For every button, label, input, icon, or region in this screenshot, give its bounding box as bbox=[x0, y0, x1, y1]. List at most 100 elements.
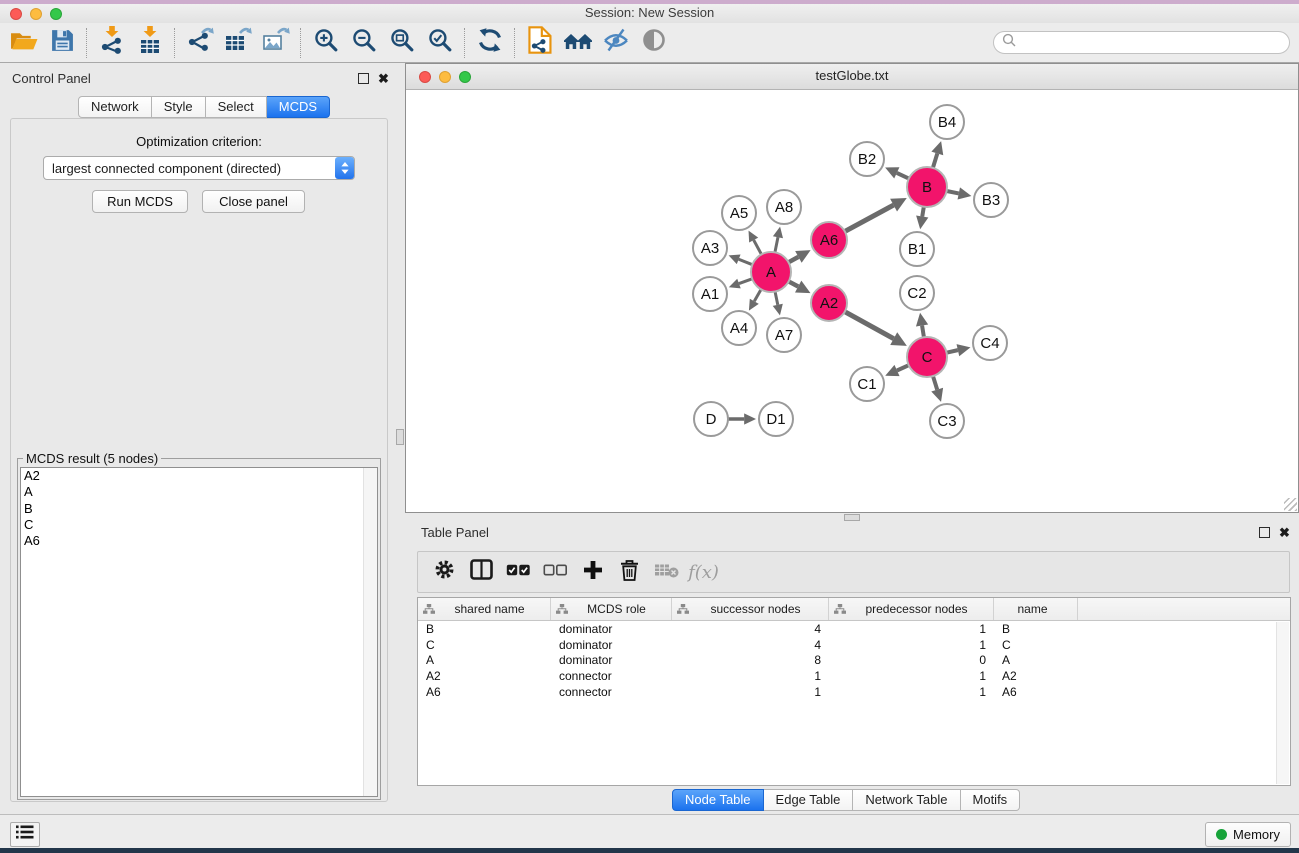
graph-node-D[interactable]: D bbox=[694, 402, 728, 436]
table-cell[interactable]: C bbox=[418, 638, 551, 652]
tab-select[interactable]: Select bbox=[206, 96, 267, 118]
graph-edge-C-C2[interactable] bbox=[922, 326, 924, 338]
float-table-panel-icon[interactable] bbox=[1259, 527, 1270, 538]
import-network-button[interactable] bbox=[93, 25, 131, 61]
mcds-result-item[interactable]: A6 bbox=[21, 533, 377, 549]
graph-edge-A-A1[interactable] bbox=[739, 279, 752, 284]
table-cell[interactable]: A2 bbox=[418, 669, 551, 683]
graph-edge-A-A2[interactable] bbox=[789, 281, 799, 286]
close-table-panel-icon[interactable]: ✖ bbox=[1279, 528, 1290, 538]
table-cell[interactable]: A2 bbox=[994, 669, 1078, 683]
graph-node-C2[interactable]: C2 bbox=[900, 276, 934, 310]
mcds-list-scrollbar[interactable] bbox=[363, 468, 377, 796]
graph-node-A1[interactable]: A1 bbox=[693, 277, 727, 311]
graph-edge-B-B2[interactable] bbox=[897, 173, 909, 179]
graph-node-B3[interactable]: B3 bbox=[974, 183, 1008, 217]
mcds-result-item[interactable]: A bbox=[21, 484, 377, 500]
table-cell[interactable]: 4 bbox=[672, 622, 829, 636]
export-network-button[interactable] bbox=[181, 25, 219, 61]
table-cell[interactable]: 8 bbox=[672, 653, 829, 667]
graph-edge-C-C1[interactable] bbox=[897, 365, 909, 370]
show-all-button[interactable] bbox=[635, 25, 673, 61]
graph-edge-B-B3[interactable] bbox=[947, 191, 959, 193]
mcds-result-item[interactable]: C bbox=[21, 517, 377, 533]
zoom-fit-button[interactable] bbox=[383, 25, 421, 61]
graph-edge-A2-C[interactable] bbox=[845, 312, 894, 339]
close-panel-button[interactable]: Close panel bbox=[202, 190, 305, 213]
graph-node-A4[interactable]: A4 bbox=[722, 311, 756, 345]
graph-edge-A-A4[interactable] bbox=[754, 289, 761, 301]
memory-button[interactable]: Memory bbox=[1205, 822, 1291, 847]
graph-edge-C-C4[interactable] bbox=[947, 350, 958, 353]
table-cell[interactable]: dominator bbox=[551, 653, 672, 667]
table-cell[interactable]: B bbox=[994, 622, 1078, 636]
graph-node-B2[interactable]: B2 bbox=[850, 142, 884, 176]
table-cell[interactable]: dominator bbox=[551, 638, 672, 652]
graph-node-A6[interactable]: A6 bbox=[811, 222, 847, 258]
mcds-result-item[interactable]: B bbox=[21, 501, 377, 517]
export-image-button[interactable] bbox=[257, 25, 295, 61]
table-row[interactable]: A6connector11A6 bbox=[418, 684, 1290, 700]
delete-table-button[interactable] bbox=[648, 555, 685, 589]
column-header-name[interactable]: name bbox=[994, 598, 1078, 620]
table-cell[interactable]: dominator bbox=[551, 622, 672, 636]
graph-edge-B-B1[interactable] bbox=[922, 207, 924, 217]
graph-node-C3[interactable]: C3 bbox=[930, 404, 964, 438]
table-row[interactable]: Cdominator41C bbox=[418, 637, 1290, 653]
save-button[interactable] bbox=[43, 25, 81, 61]
table-cell[interactable]: A bbox=[418, 653, 551, 667]
graph-node-B4[interactable]: B4 bbox=[930, 105, 964, 139]
add-column-button[interactable] bbox=[574, 555, 611, 589]
table-cell[interactable]: A6 bbox=[418, 685, 551, 699]
criterion-dropdown[interactable]: largest connected component (directed) bbox=[43, 156, 355, 180]
network-window-titlebar[interactable]: testGlobe.txt bbox=[406, 64, 1298, 90]
task-history-button[interactable] bbox=[10, 822, 40, 847]
graph-edge-B-B4[interactable] bbox=[933, 153, 937, 167]
mcds-result-item[interactable]: A2 bbox=[21, 468, 377, 484]
graph-edge-A-A6[interactable] bbox=[789, 257, 799, 262]
table-cell[interactable]: C bbox=[994, 638, 1078, 652]
refresh-layout-button[interactable] bbox=[471, 25, 509, 61]
search-input[interactable] bbox=[1020, 33, 1289, 53]
zoom-in-button[interactable] bbox=[307, 25, 345, 61]
gear-button[interactable] bbox=[426, 555, 463, 589]
graph-node-A8[interactable]: A8 bbox=[767, 190, 801, 224]
graph-edge-A6-B[interactable] bbox=[845, 205, 894, 231]
column-header-predecessor-nodes[interactable]: predecessor nodes bbox=[829, 598, 994, 620]
vertical-splitter-handle[interactable] bbox=[396, 429, 404, 445]
graph-edge-A-A3[interactable] bbox=[739, 259, 753, 264]
graph-edge-A-A7[interactable] bbox=[775, 292, 778, 305]
network-canvas[interactable]: AA1A2A3A4A5A6A7A8BB1B2B3B4CC1C2C3C4DD1 bbox=[406, 90, 1298, 512]
table-scrollbar[interactable] bbox=[1276, 622, 1289, 784]
graph-node-C4[interactable]: C4 bbox=[973, 326, 1007, 360]
export-table-button[interactable] bbox=[219, 25, 257, 61]
table-cell[interactable]: A bbox=[994, 653, 1078, 667]
table-cell[interactable]: 1 bbox=[829, 685, 994, 699]
table-cell[interactable]: connector bbox=[551, 685, 672, 699]
tab-network[interactable]: Network bbox=[78, 96, 152, 118]
graph-node-A7[interactable]: A7 bbox=[767, 318, 801, 352]
deselect-all-button[interactable] bbox=[537, 555, 574, 589]
table-row[interactable]: Adominator80A bbox=[418, 653, 1290, 669]
table-row[interactable]: Bdominator41B bbox=[418, 621, 1290, 637]
split-view-button[interactable] bbox=[463, 555, 500, 589]
table-cell[interactable]: 1 bbox=[672, 685, 829, 699]
graph-node-A2[interactable]: A2 bbox=[811, 285, 847, 321]
table-cell[interactable]: B bbox=[418, 622, 551, 636]
mcds-result-list[interactable]: A2ABCA6 bbox=[20, 467, 378, 797]
close-panel-icon[interactable]: ✖ bbox=[378, 74, 389, 84]
table-cell[interactable]: 1 bbox=[672, 669, 829, 683]
table-cell[interactable]: 1 bbox=[829, 622, 994, 636]
tab-style[interactable]: Style bbox=[152, 96, 206, 118]
search-box[interactable] bbox=[993, 31, 1290, 54]
graph-node-A3[interactable]: A3 bbox=[693, 231, 727, 265]
graph-node-C1[interactable]: C1 bbox=[850, 367, 884, 401]
function-builder-button[interactable]: f(x) bbox=[685, 555, 722, 589]
table-cell[interactable]: 1 bbox=[829, 669, 994, 683]
graph-node-D1[interactable]: D1 bbox=[759, 402, 793, 436]
zoom-selected-button[interactable] bbox=[421, 25, 459, 61]
table-row[interactable]: A2connector11A2 bbox=[418, 668, 1290, 684]
zoom-out-button[interactable] bbox=[345, 25, 383, 61]
table-cell[interactable]: A6 bbox=[994, 685, 1078, 699]
import-table-button[interactable] bbox=[131, 25, 169, 61]
